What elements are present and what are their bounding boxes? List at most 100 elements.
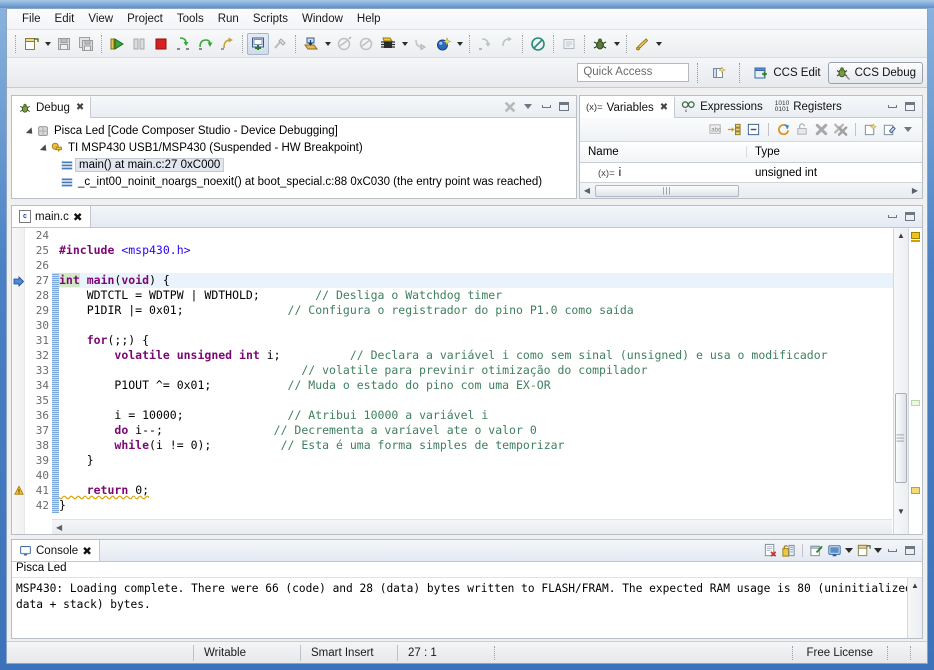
code-line[interactable]	[59, 318, 893, 333]
menu-view[interactable]: View	[81, 11, 120, 27]
view-menu-icon[interactable]	[520, 99, 536, 115]
column-header-name[interactable]: Name	[580, 146, 747, 158]
code-line[interactable]: return 0;	[59, 483, 893, 498]
ccs-edit-perspective[interactable]: CCS Edit	[746, 62, 827, 84]
step-return-icon[interactable]	[216, 33, 238, 55]
scroll-right-icon[interactable]: ▶	[908, 186, 922, 195]
menu-window[interactable]: Window	[295, 11, 350, 27]
code-line[interactable]	[59, 228, 893, 243]
tab-main-c[interactable]: c main.c ✖	[12, 206, 91, 227]
ccs-debug-perspective[interactable]: CCS Debug	[827, 61, 923, 84]
show-type-names-icon[interactable]: abc	[707, 122, 723, 138]
console-vertical-scrollbar[interactable]: ▲	[907, 578, 922, 638]
menu-run[interactable]: Run	[211, 11, 246, 27]
quick-access-input[interactable]: Quick Access	[577, 63, 690, 82]
menu-file[interactable]: File	[15, 11, 48, 27]
pin-console-icon[interactable]	[808, 543, 824, 559]
code-line[interactable]: while(i != 0); // Esta é uma forma simpl…	[59, 438, 893, 453]
code-line[interactable]: do i--; // Decrementa a varíavel ate o v…	[59, 423, 893, 438]
overview-warning-marker-2[interactable]	[911, 487, 920, 494]
lock-scroll-icon[interactable]	[780, 543, 796, 559]
code-line[interactable]: }	[59, 498, 893, 513]
code-line[interactable]: i = 10000; // Atribui 10000 a variável i	[59, 408, 893, 423]
menu-help[interactable]: Help	[350, 11, 388, 27]
close-icon[interactable]: ✖	[76, 102, 84, 113]
new-file-dropdown[interactable]	[42, 33, 53, 55]
display-console-dropdown[interactable]	[844, 543, 853, 559]
maximize-icon[interactable]	[902, 99, 918, 115]
minimize-icon[interactable]	[538, 99, 554, 115]
tab-variables[interactable]: (x)= Variables ✖	[580, 96, 676, 118]
refresh-icon[interactable]	[775, 122, 791, 138]
new-watch-icon[interactable]	[881, 122, 897, 138]
editor-marker-gutter[interactable]	[12, 228, 25, 534]
editor-overview-ruler[interactable]	[908, 228, 922, 534]
editor-code-area[interactable]: #include <msp430.h> int main(void) { WDT…	[59, 228, 893, 534]
open-console-icon[interactable]	[855, 543, 871, 559]
menu-tools[interactable]: Tools	[170, 11, 211, 27]
save-all-icon[interactable]	[75, 33, 97, 55]
debug-tree-row-selected[interactable]: main() at main.c:27 0xC000	[18, 156, 576, 173]
disconnect-target-icon[interactable]	[355, 33, 377, 55]
target-config-icon[interactable]	[432, 33, 454, 55]
overview-occurrence-marker[interactable]	[911, 400, 920, 406]
menu-project[interactable]: Project	[120, 11, 170, 27]
scrollbar-thumb[interactable]: |||	[895, 393, 907, 483]
display-console-icon[interactable]	[826, 543, 842, 559]
code-line[interactable]	[59, 468, 893, 483]
run-pencil-icon[interactable]	[631, 33, 653, 55]
load-program-icon[interactable]	[300, 33, 322, 55]
no-entry-icon[interactable]	[527, 33, 549, 55]
close-icon[interactable]: ✖	[82, 544, 92, 558]
minimize-icon[interactable]	[884, 99, 900, 115]
step-over-icon[interactable]	[194, 33, 216, 55]
chip-icon[interactable]	[377, 33, 399, 55]
cast-to-type-icon[interactable]	[794, 122, 810, 138]
scroll-left-icon[interactable]: ◀	[52, 523, 62, 532]
code-line[interactable]: #include <msp430.h>	[59, 243, 893, 258]
editor-vertical-scrollbar[interactable]: ▲ ||| ▼	[893, 228, 908, 534]
minimize-icon[interactable]	[884, 209, 900, 225]
minimize-icon[interactable]	[884, 543, 900, 559]
remove-icon[interactable]	[813, 122, 829, 138]
tab-debug[interactable]: Debug ✖	[12, 96, 92, 118]
bug-icon[interactable]	[589, 33, 611, 55]
show-logical-structure-icon[interactable]	[726, 122, 742, 138]
code-line[interactable]: int main(void) {	[59, 273, 893, 288]
scroll-up-icon[interactable]: ▲	[894, 228, 908, 242]
code-line[interactable]: P1DIR |= 0x01; // Configura o registrado…	[59, 303, 893, 318]
code-line[interactable]	[59, 393, 893, 408]
scroll-down-icon[interactable]: ▼	[894, 504, 908, 518]
code-line[interactable]: }	[59, 453, 893, 468]
new-file-icon[interactable]	[20, 33, 42, 55]
debug-tree-row[interactable]: Pisca Led [Code Composer Studio - Device…	[18, 122, 576, 139]
target-config-dropdown[interactable]	[454, 33, 465, 55]
menu-scripts[interactable]: Scripts	[246, 11, 295, 27]
connect-target-icon[interactable]	[333, 33, 355, 55]
menu-edit[interactable]: Edit	[48, 11, 82, 27]
maximize-icon[interactable]	[556, 99, 572, 115]
open-console-dropdown[interactable]	[873, 543, 882, 559]
restart-icon[interactable]	[247, 32, 269, 55]
close-icon[interactable]: ✖	[660, 102, 668, 113]
open-perspective-button[interactable]	[704, 62, 734, 84]
chip-dropdown[interactable]	[399, 33, 410, 55]
step-back-icon[interactable]	[496, 33, 518, 55]
expand-twisty-icon[interactable]	[38, 144, 50, 152]
code-line[interactable]: P1OUT ^= 0x01; // Muda o estado do pino …	[59, 378, 893, 393]
code-line[interactable]	[59, 258, 893, 273]
column-header-type[interactable]: Type	[747, 146, 780, 158]
new-variable-icon[interactable]	[862, 122, 878, 138]
tab-console[interactable]: Console ✖	[12, 540, 100, 561]
profile-icon[interactable]	[410, 33, 432, 55]
assembly-step-icon[interactable]	[269, 33, 291, 55]
remove-all-icon[interactable]	[832, 122, 848, 138]
tab-registers[interactable]: 1010 0101 Registers	[769, 96, 848, 117]
collapse-all-icon[interactable]	[745, 122, 761, 138]
scroll-up-icon[interactable]: ▲	[908, 578, 922, 592]
suspend-icon[interactable]	[128, 33, 150, 55]
bug-dropdown[interactable]	[611, 33, 622, 55]
table-row[interactable]: (x)= i unsigned int	[580, 163, 922, 183]
code-line[interactable]: // volatile para previnir otimização do …	[59, 363, 893, 378]
code-line[interactable]: for(;;) {	[59, 333, 893, 348]
